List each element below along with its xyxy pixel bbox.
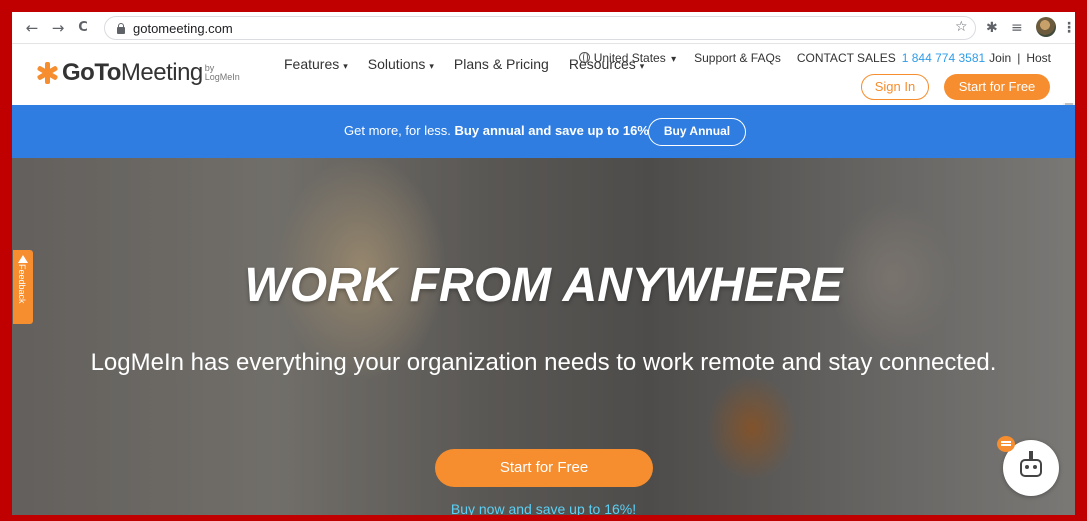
gotomeeting-logo[interactable]: GoToMeeting by LogMeIn	[36, 48, 240, 98]
logo-wordmark: GoToMeeting	[62, 59, 203, 86]
phone-link[interactable]: 1 844 774 3581	[902, 51, 985, 65]
browser-toolbar: ← → C gotomeeting.com ☆ ✱ ≡ ⋮	[12, 12, 1075, 44]
robot-icon	[1020, 459, 1042, 477]
menu-icon[interactable]: ⋮	[1062, 19, 1075, 37]
support-link[interactable]: Support & FAQs	[694, 51, 781, 65]
bookmark-star-icon[interactable]: ☆	[955, 19, 968, 35]
reload-icon[interactable]: C	[73, 18, 93, 38]
nav-plans-pricing[interactable]: Plans & Pricing	[454, 56, 549, 72]
profile-avatar[interactable]	[1036, 17, 1056, 37]
join-link[interactable]: Join	[989, 51, 1011, 65]
lock-icon	[117, 23, 125, 34]
start-free-button[interactable]: Start for Free	[944, 74, 1050, 100]
promo-bold-text: Buy annual and save up to 16%	[454, 123, 649, 138]
utility-links: United States ▾ Support & FAQs CONTACT S…	[578, 51, 1051, 65]
hero-promo-link[interactable]: Buy now and save up to 16%!	[12, 501, 1075, 515]
url-text[interactable]: gotomeeting.com	[133, 21, 233, 36]
buy-annual-button[interactable]: Buy Annual	[648, 118, 746, 146]
chat-bubble-icon	[997, 436, 1015, 452]
browser-window: ← → C gotomeeting.com ☆ ✱ ≡ ⋮ United Sta…	[12, 12, 1075, 515]
chevron-down-icon: ▾	[343, 62, 348, 72]
contact-sales-label: CONTACT SALES	[796, 51, 896, 65]
sign-in-button[interactable]: Sign In	[861, 74, 929, 100]
megaphone-icon	[18, 255, 28, 263]
address-bar[interactable]: gotomeeting.com ☆	[104, 16, 976, 40]
chevron-down-icon: ▾	[429, 62, 434, 72]
host-link[interactable]: Host	[1026, 51, 1051, 65]
nav-features[interactable]: Features ▾	[284, 56, 348, 72]
main-nav: Features ▾ Solutions ▾ Plans & Pricing Res…	[284, 56, 644, 72]
chevron-down-icon: ▾	[639, 62, 645, 72]
promo-banner: Get more, for less. Buy annual and save …	[12, 105, 1075, 158]
hero-subtitle: LogMeIn has everything your organization…	[90, 349, 997, 376]
separator: |	[1017, 51, 1021, 65]
feedback-label: Feedback	[17, 264, 27, 304]
promo-text: Get more, for less. Buy annual and save …	[344, 123, 649, 138]
media-control-icon[interactable]: ≡	[1011, 19, 1023, 37]
nav-resources[interactable]: Resources ▾	[569, 56, 644, 72]
hero-section: WORK FROM ANYWHERE LogMeIn has everythin…	[12, 158, 1075, 515]
chatbot-button[interactable]	[997, 436, 1059, 496]
site-header: United States ▾ Support & FAQs CONTACT S…	[12, 45, 1075, 103]
nav-solutions[interactable]: Solutions ▾	[368, 56, 434, 72]
hero-start-free-button[interactable]: Start for Free	[435, 449, 653, 487]
feedback-tab[interactable]: Feedback	[13, 250, 33, 324]
logo-mark-icon	[36, 62, 59, 84]
hero-headline: WORK FROM ANYWHERE	[244, 259, 843, 312]
back-icon[interactable]: ←	[22, 18, 42, 38]
extensions-icon[interactable]: ✱	[986, 19, 998, 37]
logo-by-logmein: by LogMeIn	[204, 63, 240, 82]
chevron-down-icon: ▾	[671, 54, 677, 65]
forward-icon[interactable]: →	[48, 18, 68, 38]
robot-antenna	[1029, 451, 1033, 459]
